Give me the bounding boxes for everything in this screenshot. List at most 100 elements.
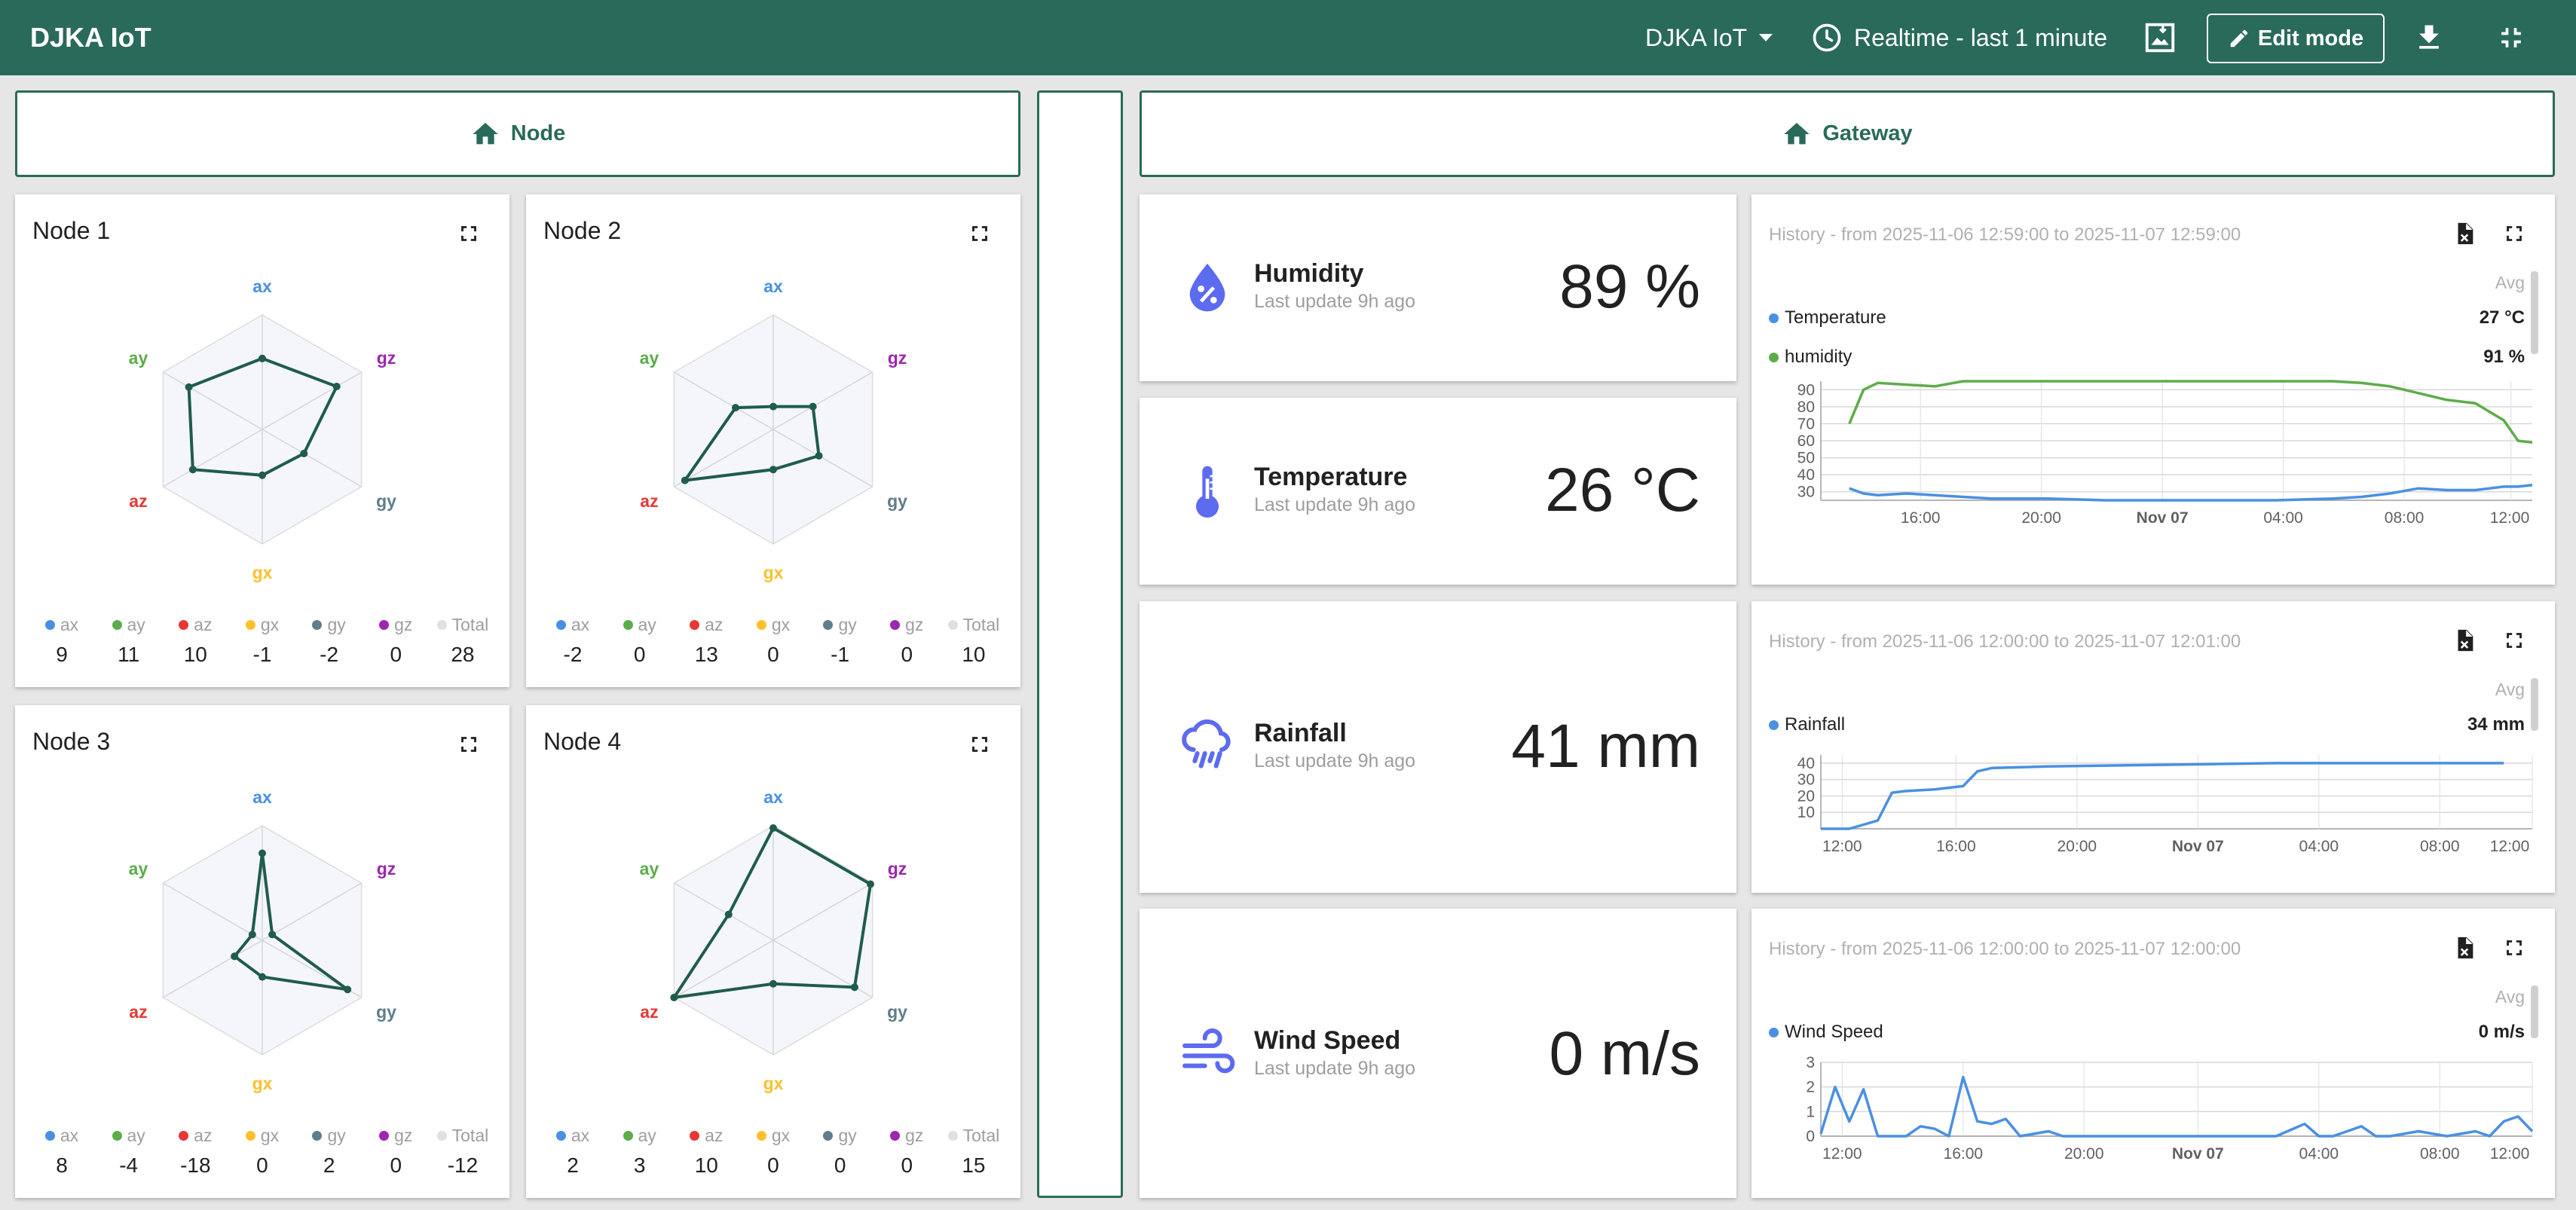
gateway-nav-label: Gateway [1822,121,1913,145]
legend-item[interactable]: gx 0 [742,615,805,667]
fullscreen-button[interactable] [963,728,996,761]
download-button[interactable] [2412,0,2446,75]
legend-label-row: gy [298,1126,361,1146]
legend-label: gx [771,615,791,634]
file-export-icon [2458,222,2474,245]
legend-value: 0 [901,643,913,666]
fullscreen-button[interactable] [452,728,485,761]
legend-value: 15 [962,1153,986,1177]
radar-axis-label: ay [640,348,659,368]
legend-item[interactable]: Total 10 [942,615,1005,667]
legend-item[interactable]: gx -1 [231,615,294,667]
radar-axis-label: gz [888,859,907,878]
legend-item[interactable]: Total 28 [431,615,494,667]
legend-item[interactable]: ay -4 [97,1126,161,1178]
legend-item[interactable]: gz 0 [875,615,938,667]
legend-item[interactable]: gy -1 [809,615,872,667]
node-card: Node 4 ax gz gy gx az ay ax 2 ay 3 az 10 gx 0 gy 0 gz 0 Tot… [526,705,1020,1198]
x-tick-label: 20:00 [2057,838,2097,855]
edit-mode-label: Edit mode [2257,26,2364,50]
legend-item[interactable]: ay 0 [608,615,672,667]
legend-label: az [194,615,213,634]
gateway-nav-button[interactable]: Gateway [1140,90,2555,177]
fullscreen-button[interactable] [2498,931,2531,964]
legend-item[interactable]: az -18 [164,1126,227,1178]
time-window-selector[interactable]: Realtime - last 1 minute [1810,0,2107,75]
legend-value: 0 [834,1153,846,1177]
legend-dot [312,620,323,630]
humidity-label: Humidity [1254,259,1364,288]
legend-item[interactable]: az 10 [675,1126,738,1178]
legend-item[interactable]: Total -12 [431,1126,494,1178]
legend-item[interactable]: ay 3 [608,1126,672,1178]
dashboard-selector[interactable]: DJKA IoT [1645,0,1774,75]
legend-item[interactable]: ax -2 [541,615,604,667]
legend-value: 0 [390,643,402,666]
legend-item[interactable]: ax 9 [30,615,93,667]
x-tick-label: 08:00 [2385,509,2425,527]
fullscreen-button[interactable] [2498,624,2531,657]
legend-label-row: Total [431,615,494,635]
history-legend-name: humidity [1785,347,1852,367]
radar-point [185,383,193,391]
temperature-card: Temperature Last update 9h ago 26 °C [1140,398,1736,585]
history-legend-row[interactable]: Rainfall 34 mm [1769,714,2525,735]
fullscreen-button[interactable] [2498,217,2531,250]
node-card-title: Node 3 [32,728,111,755]
legend-value: 10 [183,643,207,666]
node-nav-button[interactable]: Node [15,90,1020,177]
history-legend-row[interactable]: Temperature 27 °C [1769,307,2525,328]
legend-label-row: gy [298,615,361,635]
legend-item[interactable]: ax 8 [30,1126,93,1178]
y-tick-label: 10 [1797,804,1815,821]
legend-scrollbar[interactable] [2531,678,2538,731]
legend-item[interactable]: ay 11 [97,615,161,667]
legend-label: ay [127,1126,145,1145]
wind-speed-value: 0 m/s [1549,1019,1700,1088]
legend-item[interactable]: gy 2 [298,1126,361,1178]
fullscreen-button[interactable] [452,217,485,250]
node-nav-label: Node [510,121,566,145]
legend-item[interactable]: Total 15 [942,1126,1005,1178]
legend-item[interactable]: gy -2 [298,615,361,667]
legend-item[interactable]: gz 0 [875,1126,938,1178]
legend-label: gy [327,1126,346,1145]
export-csv-button[interactable] [2448,931,2481,964]
legend-label-row: az [675,615,738,635]
legend-item[interactable]: gx 0 [742,1126,805,1178]
legend-item[interactable]: az 10 [164,615,227,667]
legend-scrollbar[interactable] [2531,985,2538,1038]
legend-label: az [705,1126,724,1145]
x-tick-label: 12:00 [1822,1145,1862,1163]
history-legend-row[interactable]: Wind Speed 0 m/s [1769,1022,2525,1043]
image-export-button[interactable] [2143,0,2177,75]
fullscreen-button[interactable] [963,217,996,250]
legend-item[interactable]: gx 0 [231,1126,294,1178]
avg-column-header: Avg [2495,987,2525,1007]
legend-label: Total [962,1126,1000,1145]
legend-scrollbar[interactable] [2531,271,2538,354]
legend-item[interactable]: gz 0 [364,1126,427,1178]
radar-point [769,979,777,988]
history-legend-value: 0 m/s [2478,1022,2525,1042]
radar-point [300,449,308,457]
y-tick-label: 80 [1797,399,1815,416]
legend-item[interactable]: ax 2 [541,1126,604,1178]
radar-point [259,849,266,857]
exit-fullscreen-button[interactable] [2495,0,2528,75]
y-tick-label: 60 [1797,432,1815,450]
legend-dot [1769,313,1779,323]
edit-mode-button[interactable]: Edit mode [2207,14,2385,63]
radar-axis-label: ay [129,859,148,878]
legend-item[interactable]: gz 0 [364,615,427,667]
legend-label: gy [327,615,346,634]
legend-label: gz [394,615,413,634]
legend-item[interactable]: gy 0 [809,1126,872,1178]
legend-value: 10 [694,1153,718,1177]
export-csv-button[interactable] [2448,217,2481,250]
radar-point [867,880,875,888]
legend-dot [947,1131,958,1141]
legend-item[interactable]: az 13 [675,615,738,667]
export-csv-button[interactable] [2448,624,2481,657]
history-legend-row[interactable]: humidity 91 % [1769,347,2525,368]
